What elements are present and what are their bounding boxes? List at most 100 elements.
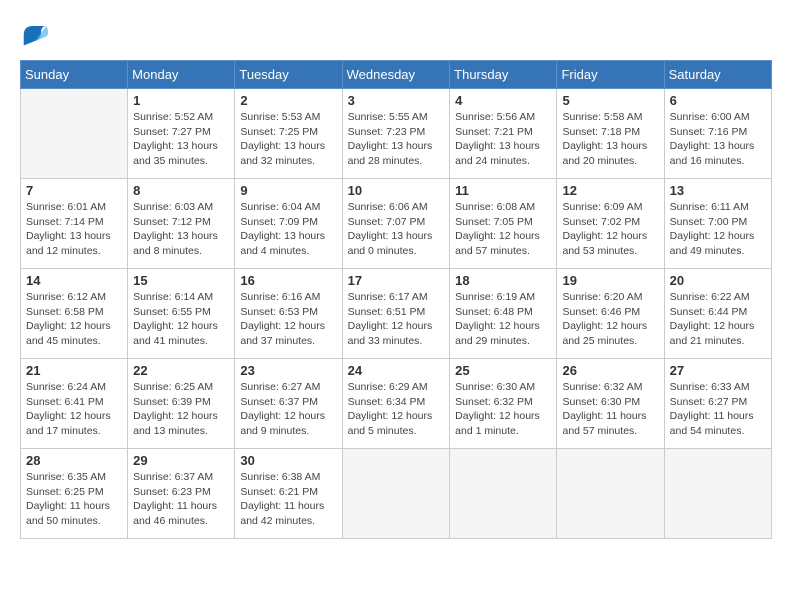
day-cell [342,449,450,539]
day-number: 12 [562,183,658,198]
day-info: Sunrise: 6:29 AMSunset: 6:34 PMDaylight:… [348,380,445,439]
day-cell: 21 Sunrise: 6:24 AMSunset: 6:41 PMDayligh… [21,359,128,449]
day-number: 9 [240,183,336,198]
day-number: 26 [562,363,658,378]
day-cell: 4Sunrise: 5:56 AMSunset: 7:21 PMDaylight… [450,89,557,179]
day-number: 8 [133,183,229,198]
day-cell: 11 Sunrise: 6:08 AMSunset: 7:05 PMDayligh… [450,179,557,269]
header-sunday: Sunday [21,61,128,89]
day-cell: 22 Sunrise: 6:25 AMSunset: 6:39 PMDayligh… [128,359,235,449]
day-cell: 9 Sunrise: 6:04 AMSunset: 7:09 PMDaylight… [235,179,342,269]
day-info: Sunrise: 6:00 AMSunset: 7:16 PMDaylight:… [670,110,766,169]
day-info: Sunrise: 6:24 AMSunset: 6:41 PMDaylight:… [26,380,122,439]
day-number: 5 [562,93,658,108]
calendar-table: SundayMondayTuesdayWednesdayThursdayFrid… [20,60,772,539]
day-cell: 19 Sunrise: 6:20 AMSunset: 6:46 PMDayligh… [557,269,664,359]
day-number: 19 [562,273,658,288]
day-info: Sunrise: 5:58 AMSunset: 7:18 PMDaylight:… [562,110,658,169]
logo [20,20,52,50]
day-info: Sunrise: 6:04 AMSunset: 7:09 PMDaylight:… [240,200,336,259]
week-row-2: 7Sunrise: 6:01 AMSunset: 7:14 PMDaylight… [21,179,772,269]
day-number: 15 [133,273,229,288]
week-row-5: 28 Sunrise: 6:35 AMSunset: 6:25 PMDayligh… [21,449,772,539]
header-saturday: Saturday [664,61,771,89]
day-cell: 18Sunrise: 6:19 AMSunset: 6:48 PMDayligh… [450,269,557,359]
day-cell [664,449,771,539]
logo-icon [20,20,50,50]
day-number: 2 [240,93,336,108]
header-thursday: Thursday [450,61,557,89]
page-header [20,20,772,50]
calendar-header: SundayMondayTuesdayWednesdayThursdayFrid… [21,61,772,89]
day-number: 30 [240,453,336,468]
day-cell: 8 Sunrise: 6:03 AMSunset: 7:12 PMDaylight… [128,179,235,269]
day-number: 21 [26,363,122,378]
week-row-4: 21 Sunrise: 6:24 AMSunset: 6:41 PMDayligh… [21,359,772,449]
day-info: Sunrise: 6:17 AMSunset: 6:51 PMDaylight:… [348,290,445,349]
day-cell: 17 Sunrise: 6:17 AMSunset: 6:51 PMDayligh… [342,269,450,359]
day-number: 22 [133,363,229,378]
day-cell: 12 Sunrise: 6:09 AMSunset: 7:02 PMDayligh… [557,179,664,269]
day-number: 3 [348,93,445,108]
day-cell: 27 Sunrise: 6:33 AMSunset: 6:27 PMDayligh… [664,359,771,449]
day-cell [450,449,557,539]
day-cell: 28 Sunrise: 6:35 AMSunset: 6:25 PMDayligh… [21,449,128,539]
day-cell: 26 Sunrise: 6:32 AMSunset: 6:30 PMDayligh… [557,359,664,449]
day-info: Sunrise: 6:09 AMSunset: 7:02 PMDaylight:… [562,200,658,259]
day-info: Sunrise: 6:16 AMSunset: 6:53 PMDaylight:… [240,290,336,349]
day-info: Sunrise: 6:12 AMSunset: 6:58 PMDaylight:… [26,290,122,349]
day-info: Sunrise: 6:35 AMSunset: 6:25 PMDaylight:… [26,470,122,529]
day-info: Sunrise: 6:19 AMSunset: 6:48 PMDaylight:… [455,290,551,349]
day-cell: 2 Sunrise: 5:53 AMSunset: 7:25 PMDaylight… [235,89,342,179]
day-info: Sunrise: 6:32 AMSunset: 6:30 PMDaylight:… [562,380,658,439]
day-number: 7 [26,183,122,198]
header-monday: Monday [128,61,235,89]
day-info: Sunrise: 6:38 AMSunset: 6:21 PMDaylight:… [240,470,336,529]
day-cell: 29Sunrise: 6:37 AMSunset: 6:23 PMDayligh… [128,449,235,539]
day-info: Sunrise: 6:33 AMSunset: 6:27 PMDaylight:… [670,380,766,439]
day-number: 24 [348,363,445,378]
day-cell: 25Sunrise: 6:30 AMSunset: 6:32 PMDayligh… [450,359,557,449]
day-cell: 23 Sunrise: 6:27 AMSunset: 6:37 PMDayligh… [235,359,342,449]
day-info: Sunrise: 6:37 AMSunset: 6:23 PMDaylight:… [133,470,229,529]
day-number: 23 [240,363,336,378]
day-info: Sunrise: 6:27 AMSunset: 6:37 PMDaylight:… [240,380,336,439]
day-cell: 7Sunrise: 6:01 AMSunset: 7:14 PMDaylight… [21,179,128,269]
day-cell: 13Sunrise: 6:11 AMSunset: 7:00 PMDayligh… [664,179,771,269]
day-info: Sunrise: 5:52 AMSunset: 7:27 PMDaylight:… [133,110,229,169]
day-info: Sunrise: 6:03 AMSunset: 7:12 PMDaylight:… [133,200,229,259]
day-info: Sunrise: 6:14 AMSunset: 6:55 PMDaylight:… [133,290,229,349]
day-cell [21,89,128,179]
day-info: Sunrise: 6:08 AMSunset: 7:05 PMDaylight:… [455,200,551,259]
day-info: Sunrise: 6:30 AMSunset: 6:32 PMDaylight:… [455,380,551,439]
day-number: 17 [348,273,445,288]
day-cell: 20 Sunrise: 6:22 AMSunset: 6:44 PMDayligh… [664,269,771,359]
week-row-1: 1 Sunrise: 5:52 AMSunset: 7:27 PMDaylight… [21,89,772,179]
day-number: 11 [455,183,551,198]
day-cell: 14Sunrise: 6:12 AMSunset: 6:58 PMDayligh… [21,269,128,359]
day-info: Sunrise: 6:22 AMSunset: 6:44 PMDaylight:… [670,290,766,349]
day-cell: 24 Sunrise: 6:29 AMSunset: 6:34 PMDayligh… [342,359,450,449]
day-number: 4 [455,93,551,108]
day-info: Sunrise: 5:53 AMSunset: 7:25 PMDaylight:… [240,110,336,169]
day-number: 20 [670,273,766,288]
day-number: 6 [670,93,766,108]
day-cell: 5 Sunrise: 5:58 AMSunset: 7:18 PMDaylight… [557,89,664,179]
week-row-3: 14Sunrise: 6:12 AMSunset: 6:58 PMDayligh… [21,269,772,359]
day-cell: 30 Sunrise: 6:38 AMSunset: 6:21 PMDayligh… [235,449,342,539]
day-info: Sunrise: 6:20 AMSunset: 6:46 PMDaylight:… [562,290,658,349]
day-number: 1 [133,93,229,108]
day-info: Sunrise: 6:25 AMSunset: 6:39 PMDaylight:… [133,380,229,439]
day-number: 28 [26,453,122,468]
calendar-body: 1 Sunrise: 5:52 AMSunset: 7:27 PMDaylight… [21,89,772,539]
day-cell: 16Sunrise: 6:16 AMSunset: 6:53 PMDayligh… [235,269,342,359]
day-number: 10 [348,183,445,198]
day-info: Sunrise: 6:06 AMSunset: 7:07 PMDaylight:… [348,200,445,259]
day-cell: 6 Sunrise: 6:00 AMSunset: 7:16 PMDaylight… [664,89,771,179]
header-row: SundayMondayTuesdayWednesdayThursdayFrid… [21,61,772,89]
day-number: 27 [670,363,766,378]
header-friday: Friday [557,61,664,89]
day-cell [557,449,664,539]
header-wednesday: Wednesday [342,61,450,89]
day-cell: 15 Sunrise: 6:14 AMSunset: 6:55 PMDayligh… [128,269,235,359]
